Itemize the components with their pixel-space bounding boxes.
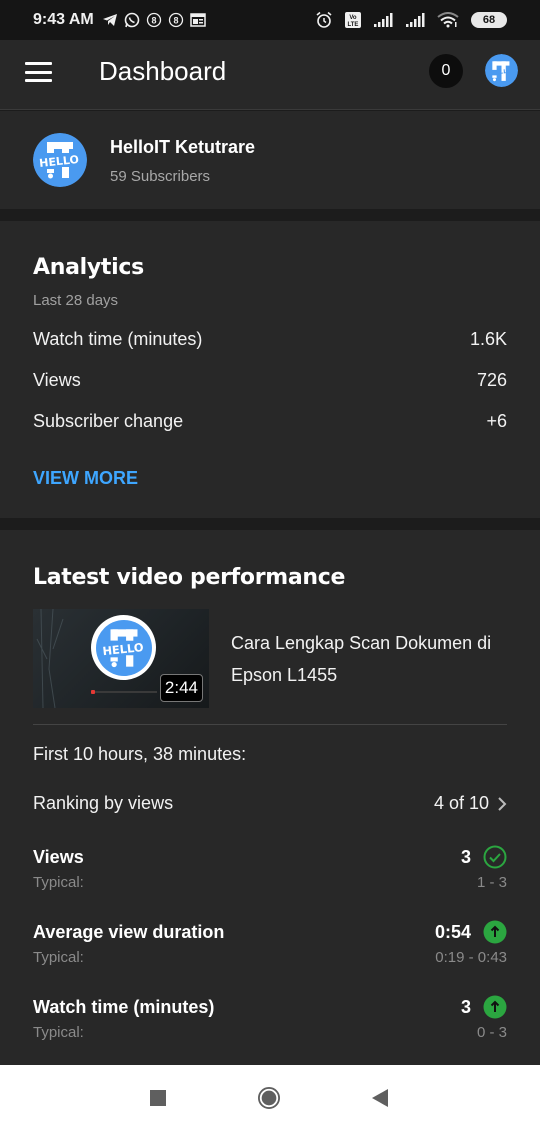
subscriber-count: 59 Subscribers	[110, 168, 211, 185]
analytics-title: Analytics	[33, 255, 144, 280]
metric-label: Views	[33, 846, 84, 867]
news-icon	[190, 13, 206, 27]
typical-label: Typical:	[33, 874, 84, 891]
typical-range: 0:19 - 0:43	[435, 949, 507, 966]
metric-watch-time: Watch time (minutes) 3 Typical: 0 - 3	[33, 995, 507, 1041]
notification-8-icon: 8	[168, 12, 184, 28]
row-value: +6	[486, 411, 507, 431]
status-bar: 9:43 AM 8 8 Vo LTE 68	[0, 0, 540, 40]
view-more-button[interactable]: VIEW MORE	[33, 468, 138, 489]
metric-value: 0:54	[434, 921, 471, 942]
app-bar: Dashboard 0 HELLO	[0, 40, 540, 110]
decorative-branches	[36, 609, 64, 708]
video-thumbnail[interactable]: HELLO 2:44	[33, 609, 209, 708]
analytics-card: Analytics Last 28 days Watch time (minut…	[0, 221, 540, 518]
thumbnail-logo: HELLO	[91, 615, 156, 680]
home-button[interactable]	[258, 1087, 280, 1109]
period-label: First 10 hours, 38 minutes:	[33, 744, 247, 764]
chevron-right-icon	[498, 796, 507, 811]
status-time: 9:43 AM	[33, 11, 94, 28]
alarm-icon	[315, 11, 333, 29]
battery-level: 68	[482, 14, 496, 26]
arrow-up-circle-icon	[483, 920, 507, 944]
signal-icon	[405, 12, 425, 28]
volte-icon: Vo LTE	[345, 12, 361, 28]
typical-range: 1 - 3	[476, 874, 507, 891]
ranking-value: 4 of 10	[433, 793, 489, 813]
telegram-icon	[102, 13, 118, 27]
metric-views: Views 3 Typical: 1 - 3	[33, 845, 507, 891]
account-avatar[interactable]: HELLO	[485, 54, 518, 87]
row-label: Views	[33, 370, 81, 390]
latest-video-title: Latest video performance	[33, 565, 346, 590]
page-title: Dashboard	[99, 56, 227, 86]
ranking-label: Ranking by views	[33, 793, 174, 813]
svg-text:Vo: Vo	[349, 15, 357, 21]
system-nav-bar	[0, 1065, 540, 1130]
metric-label: Watch time (minutes)	[33, 996, 215, 1017]
metric-label: Average view duration	[33, 921, 225, 942]
battery-indicator: 68	[471, 12, 507, 28]
channel-name: HelloIT Ketutrare	[110, 137, 256, 157]
typical-label: Typical:	[33, 949, 84, 966]
menu-icon	[25, 62, 52, 65]
wifi-icon	[437, 12, 459, 28]
arrow-up-circle-icon	[483, 995, 507, 1019]
thumbnail-progress	[91, 690, 157, 694]
notifications-button[interactable]: 0	[429, 54, 463, 88]
analytics-row-subscriber-change: Subscriber change +6	[33, 411, 507, 432]
signal-icon	[373, 12, 393, 28]
ranking-row[interactable]: Ranking by views 4 of 10	[33, 793, 507, 814]
notification-8-icon: 8	[146, 12, 162, 28]
analytics-row-views: Views 726	[33, 370, 507, 391]
row-label: Watch time (minutes)	[33, 329, 203, 349]
check-circle-icon	[483, 845, 507, 869]
row-label: Subscriber change	[33, 411, 184, 431]
video-duration: 2:44	[159, 674, 203, 702]
metric-value: 3	[460, 996, 471, 1017]
period-label-row: First 10 hours, 38 minutes:	[33, 744, 507, 765]
latest-video-card: Latest video performance HELLO 2:44 Cara…	[0, 530, 540, 1065]
typical-label: Typical:	[33, 1024, 84, 1041]
channel-avatar: HELLO	[33, 133, 87, 187]
divider	[33, 724, 507, 725]
svg-text:LTE: LTE	[348, 22, 359, 28]
menu-button[interactable]	[25, 62, 52, 82]
svg-text:8: 8	[151, 16, 156, 26]
recents-button[interactable]	[147, 1087, 169, 1109]
analytics-period: Last 28 days	[33, 292, 119, 309]
video-title[interactable]: Cara Lengkap Scan Dokumen di Epson L1455	[231, 627, 521, 691]
back-triangle-icon	[372, 1089, 388, 1107]
metric-value: 3	[460, 846, 471, 867]
whatsapp-icon	[124, 12, 140, 28]
analytics-row-watch-time: Watch time (minutes) 1.6K	[33, 329, 507, 350]
metric-average-view-duration: Average view duration 0:54 Typical: 0:19…	[33, 920, 507, 966]
circle-icon	[258, 1087, 280, 1109]
channel-header[interactable]: HELLO HelloIT Ketutrare 59 Subscribers	[0, 111, 540, 209]
back-button[interactable]	[369, 1087, 391, 1109]
typical-range: 0 - 3	[476, 1024, 507, 1041]
row-value: 726	[476, 370, 507, 390]
row-value: 1.6K	[469, 329, 507, 349]
svg-text:8: 8	[173, 16, 178, 26]
square-icon	[150, 1090, 166, 1106]
